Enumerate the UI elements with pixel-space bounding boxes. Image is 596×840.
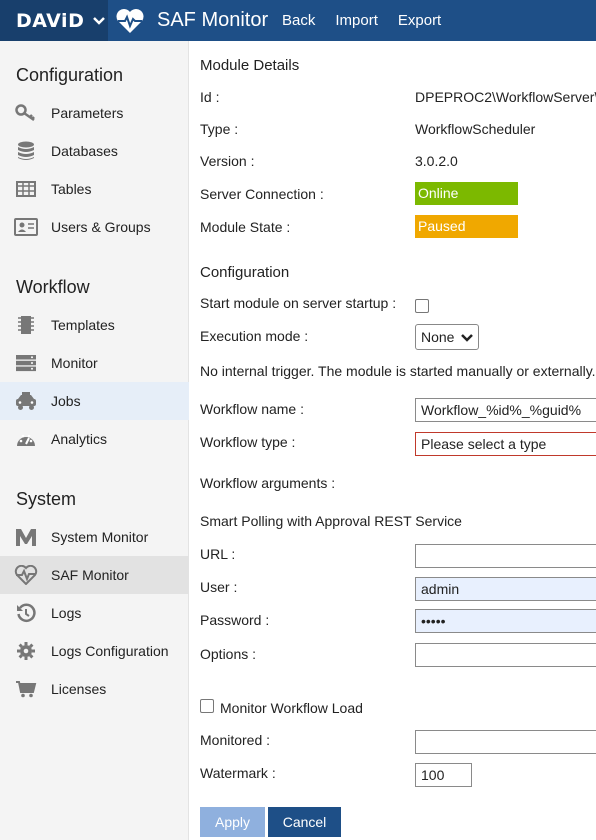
monitored-input[interactable] bbox=[415, 730, 596, 754]
type-value: WorkflowScheduler bbox=[415, 121, 536, 137]
section-title-configuration: Configuration bbox=[16, 65, 124, 85]
sidebar-item-jobs[interactable]: Jobs bbox=[0, 382, 189, 420]
monitored-label: Monitored : bbox=[200, 732, 271, 748]
id-label: Id : bbox=[200, 89, 220, 105]
sidebar-item-analytics[interactable]: Analytics bbox=[0, 420, 189, 458]
version-label: Version : bbox=[200, 153, 255, 169]
back-link[interactable]: Back bbox=[282, 12, 315, 29]
configuration-heading: Configuration bbox=[200, 264, 290, 281]
gauge-icon bbox=[14, 429, 38, 449]
sidebar-item-tables[interactable]: Tables bbox=[0, 170, 189, 208]
workflow-arguments-label: Workflow arguments : bbox=[200, 475, 336, 491]
execution-mode-select[interactable]: None bbox=[415, 324, 479, 350]
export-link[interactable]: Export bbox=[398, 12, 441, 29]
sidebar-item-label: Users & Groups bbox=[51, 219, 151, 235]
options-label: Options : bbox=[200, 646, 257, 662]
heartbeat-icon bbox=[14, 565, 38, 585]
brand-switcher[interactable]: DAViD bbox=[0, 0, 108, 41]
execution-mode-label: Execution mode : bbox=[200, 328, 309, 344]
sidebar-item-saf-monitor[interactable]: SAF Monitor bbox=[0, 556, 189, 594]
taxi-icon bbox=[14, 391, 38, 411]
sidebar-item-system-monitor[interactable]: System Monitor bbox=[0, 518, 189, 556]
sidebar-item-label: Monitor bbox=[51, 355, 98, 371]
sidebar: Configuration Parameters Databases Table… bbox=[0, 41, 189, 840]
brand-logo: DAViD bbox=[16, 9, 85, 32]
heartbeat-icon bbox=[116, 8, 144, 33]
sidebar-item-label: SAF Monitor bbox=[51, 567, 129, 583]
sidebar-item-parameters[interactable]: Parameters bbox=[0, 94, 189, 132]
server-connection-label: Server Connection : bbox=[200, 186, 324, 202]
workflow-type-select[interactable]: Please select a type bbox=[415, 432, 596, 456]
database-icon bbox=[14, 141, 38, 161]
password-label: Password : bbox=[200, 612, 270, 628]
cart-icon bbox=[14, 679, 38, 699]
sidebar-item-label: System Monitor bbox=[51, 529, 149, 545]
user-input[interactable]: admin bbox=[415, 577, 596, 601]
module-state-status-badge: Paused bbox=[415, 215, 518, 238]
start-on-startup-checkbox[interactable] bbox=[415, 299, 429, 313]
user-label: User : bbox=[200, 579, 238, 595]
table-icon bbox=[14, 179, 38, 199]
start-on-startup-label: Start module on server startup : bbox=[200, 295, 397, 311]
cancel-button[interactable]: Cancel bbox=[268, 807, 341, 837]
section-title-system: System bbox=[16, 489, 77, 509]
sidebar-item-label: Databases bbox=[51, 143, 118, 159]
sidebar-item-label: Jobs bbox=[51, 393, 81, 409]
section-title-workflow: Workflow bbox=[16, 277, 90, 297]
password-input[interactable]: ••••• bbox=[415, 609, 596, 633]
id-card-icon bbox=[14, 217, 38, 237]
sidebar-item-databases[interactable]: Databases bbox=[0, 132, 189, 170]
sidebar-item-label: Licenses bbox=[51, 681, 107, 697]
sidebar-item-label: Analytics bbox=[51, 431, 108, 447]
import-link[interactable]: Import bbox=[335, 12, 378, 29]
type-label: Type : bbox=[200, 121, 239, 137]
gear-icon bbox=[14, 641, 38, 661]
chip-icon bbox=[14, 315, 38, 335]
sidebar-item-label: Templates bbox=[51, 317, 115, 333]
url-input[interactable] bbox=[415, 544, 596, 568]
sidebar-item-monitor[interactable]: Monitor bbox=[0, 344, 189, 382]
sidebar-item-label: Parameters bbox=[51, 105, 124, 121]
version-value: 3.0.2.0 bbox=[415, 153, 458, 169]
watermark-input[interactable]: 100 bbox=[415, 763, 472, 787]
monitor-workflow-load-checkbox[interactable] bbox=[200, 699, 214, 713]
smart-polling-heading: Smart Polling with Approval REST Service bbox=[200, 513, 462, 529]
app-title: SAF Monitor bbox=[157, 9, 269, 31]
id-value: DPEPROC2\WorkflowServer\ bbox=[415, 89, 596, 105]
module-details-heading: Module Details bbox=[200, 57, 300, 74]
server-icon bbox=[14, 353, 38, 373]
apply-button[interactable]: Apply bbox=[200, 807, 265, 837]
workflow-type-label: Workflow type : bbox=[200, 434, 296, 450]
sidebar-item-logs-configuration[interactable]: Logs Configuration bbox=[0, 632, 189, 670]
sidebar-item-logs[interactable]: Logs bbox=[0, 594, 189, 632]
workflow-name-label: Workflow name : bbox=[200, 401, 304, 417]
chevron-down-icon bbox=[93, 16, 106, 25]
app-header: SAF Monitor bbox=[115, 0, 268, 41]
sidebar-item-label: Tables bbox=[51, 181, 92, 197]
sidebar-item-label: Logs Configuration bbox=[51, 643, 169, 659]
url-label: URL : bbox=[200, 546, 236, 562]
trigger-note: No internal trigger. The module is start… bbox=[200, 363, 596, 379]
key-icon bbox=[14, 103, 38, 123]
top-bar: DAViD SAF Monitor Back Import Export bbox=[0, 0, 596, 41]
m-logo-icon bbox=[14, 527, 38, 547]
sidebar-item-licenses[interactable]: Licenses bbox=[0, 670, 189, 708]
server-connection-status-badge: Online bbox=[415, 182, 518, 205]
monitor-workflow-load-label: Monitor Workflow Load bbox=[220, 700, 363, 716]
options-input[interactable] bbox=[415, 643, 596, 667]
module-state-label: Module State : bbox=[200, 219, 291, 235]
execution-mode-value: None bbox=[421, 329, 455, 345]
sidebar-item-users-groups[interactable]: Users & Groups bbox=[0, 208, 189, 246]
sidebar-item-templates[interactable]: Templates bbox=[0, 306, 189, 344]
watermark-label: Watermark : bbox=[200, 765, 276, 781]
top-nav: Back Import Export bbox=[282, 0, 461, 41]
chevron-down-icon bbox=[461, 334, 473, 342]
history-icon bbox=[14, 603, 38, 623]
sidebar-item-label: Logs bbox=[51, 605, 82, 621]
workflow-name-input[interactable]: Workflow_%id%_%guid% bbox=[415, 398, 596, 422]
